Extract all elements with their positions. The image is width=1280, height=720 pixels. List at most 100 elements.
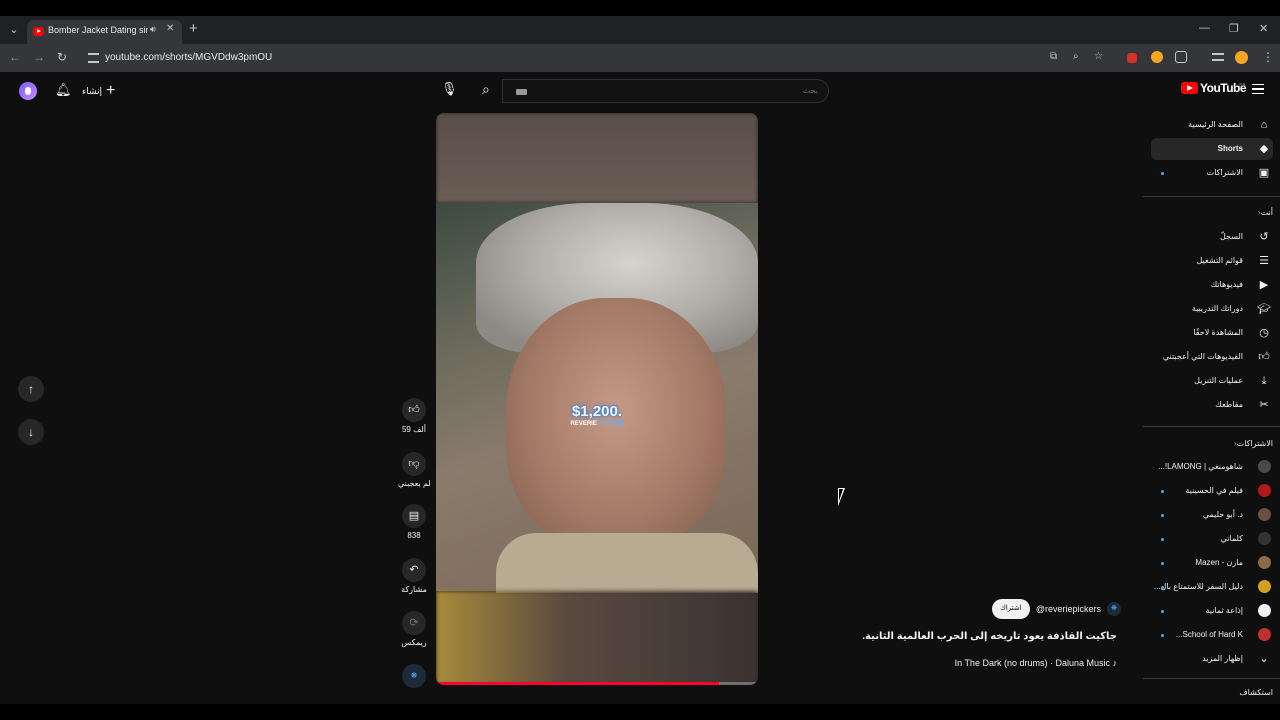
extension-orange-icon[interactable] [1151, 51, 1163, 63]
sidebar-subscriptions-header[interactable]: الاشتراكات‹ [1230, 439, 1273, 448]
video-subject-shirt [496, 533, 758, 593]
sidebar-subscription-item[interactable]: شاهومنغي | LAMONG!... [1151, 456, 1273, 478]
channel-avatar [1258, 508, 1271, 521]
address-bar[interactable]: youtube.com/shorts/MGVDdw3pmOU ⧉ ⌕ ☆ [80, 47, 1113, 69]
video-frame [436, 203, 758, 593]
liked-icon: 👍︎ [1258, 351, 1270, 363]
short-video-player[interactable]: $1,200. REVERIEPICKERS [436, 113, 758, 685]
sidebar-item-label: د. أبو حليمي [1202, 510, 1243, 519]
dislike-icon[interactable]: 👎︎ [402, 452, 426, 476]
browser-menu-icon[interactable]: ⋮ [1262, 50, 1274, 64]
sidebar-item-download[interactable]: عمليات التنزيل ⤓ [1151, 370, 1273, 392]
menu-hamburger-icon[interactable] [1252, 84, 1264, 94]
sidebar-subscription-item[interactable]: فيلم في الحسينية [1151, 480, 1273, 502]
search-input[interactable]: بحث [502, 79, 829, 103]
share-action[interactable]: ↶ مشاركة [398, 558, 430, 594]
like-icon[interactable]: 👍︎ [402, 398, 426, 422]
history-icon: ↺ [1259, 231, 1269, 243]
extensions-puzzle-icon[interactable] [1175, 51, 1187, 63]
channel-watermark: REVERIEPICKERS [436, 421, 758, 427]
video-progress-bar[interactable] [436, 682, 758, 685]
channel-avatar[interactable]: ❋ [1107, 602, 1121, 616]
sidebar-item-your-videos[interactable]: فيديوهاتك ▶ [1151, 274, 1273, 296]
sidebar-subscription-item[interactable]: School of Hard K... [1151, 624, 1273, 646]
sidebar-you-header[interactable]: أنت‹ [1254, 208, 1273, 217]
restore-icon[interactable]: ❐ [1229, 22, 1239, 35]
previous-short-button[interactable]: ↑ [18, 376, 44, 402]
comments-action[interactable]: ▤ 838 [398, 504, 430, 540]
reload-icon[interactable]: ↻ [57, 50, 67, 64]
comment-icon[interactable]: ▤ [402, 504, 426, 528]
screen-top-border [0, 0, 1280, 16]
sidebar-item-label: فيديوهاتك [1210, 280, 1243, 289]
media-control-icon[interactable] [1212, 53, 1224, 61]
sidebar-item-label: الاشتراكات [1206, 168, 1243, 177]
sidebar-subscription-item[interactable]: د. أبو حليمي [1151, 504, 1273, 526]
window-close-icon[interactable]: ✕ [1259, 22, 1268, 35]
subscribe-button[interactable]: اشتراك [991, 599, 1030, 619]
sidebar-item-label: إذاعة ثمانية [1205, 606, 1243, 615]
sidebar-subscription-item[interactable]: دليل السفر للاستمتاع بال... [1151, 576, 1273, 598]
url-text[interactable]: youtube.com/shorts/MGVDdw3pmOU [105, 52, 272, 63]
sidebar-item-shorts[interactable]: Shorts ◆ [1151, 138, 1273, 160]
sidebar-item-label: School of Hard K... [1175, 630, 1243, 639]
new-content-dot [1161, 562, 1164, 565]
sidebar-item-history[interactable]: السجلّ ↺ [1151, 226, 1273, 248]
keyboard-icon[interactable] [516, 89, 527, 95]
sidebar-subscription-item[interactable]: كلماتي [1151, 528, 1273, 550]
youtube-page: 🔔︎ إنشاء + 🎙︎ ⌕ بحث YouTube SA $1,200. R… [0, 72, 1280, 704]
sidebar-explore-header: استكشاف [1239, 688, 1273, 697]
speaker-icon[interactable]: 🔊︎ [150, 24, 156, 35]
next-short-button[interactable]: ↓ [18, 419, 44, 445]
install-app-icon[interactable]: ⧉ [1050, 51, 1057, 62]
sidebar-item-label: الصفحة الرئيسية [1188, 120, 1243, 129]
profile-avatar[interactable] [1235, 51, 1248, 64]
remix-action[interactable]: ⟳ ريمكس [398, 611, 430, 647]
sidebar-item-home[interactable]: الصفحة الرئيسية ⌂ [1151, 114, 1273, 136]
youtube-logo[interactable]: YouTube [1181, 81, 1247, 95]
close-tab-icon[interactable]: ✕ [166, 23, 174, 34]
video-title[interactable]: جاكيت القاذفة يعود تاريخه إلى الحرب العا… [862, 631, 1117, 642]
sidebar-item-clips[interactable]: مقاطعك ✂ [1151, 394, 1273, 416]
sound-source-icon[interactable]: ❋ [402, 664, 426, 688]
like-action[interactable]: 👍︎ 59 ألف [398, 398, 430, 434]
minimize-icon[interactable]: — [1199, 22, 1210, 34]
sidebar-subscription-item[interactable]: إذاعة ثمانية [1151, 600, 1273, 622]
channel-row: ❋ @reveriepickers اشتراك [976, 598, 1121, 620]
music-note-icon: ♪ [1112, 658, 1118, 668]
extension-red-icon[interactable] [1127, 53, 1137, 63]
channel-handle[interactable]: @reveriepickers [1036, 604, 1101, 614]
browser-tab[interactable]: Bomber Jacket Dating since 🔊︎ ✕ [27, 20, 182, 44]
back-icon[interactable]: ← [9, 50, 21, 64]
share-icon[interactable]: ↶ [402, 558, 426, 582]
zoom-icon[interactable]: ⌕ [1073, 51, 1079, 62]
remix-icon[interactable]: ⟳ [402, 611, 426, 635]
dislike-action[interactable]: 👎︎ لم يعجبني [398, 452, 431, 488]
channel-avatar [1258, 628, 1271, 641]
create-button[interactable]: إنشاء + [82, 81, 124, 101]
bookmark-star-icon[interactable]: ☆ [1094, 51, 1103, 62]
sidebar-item-watch-later[interactable]: المشاهدة لاحقًا ◷ [1151, 322, 1273, 344]
sidebar-item-liked[interactable]: الفيديوهات التي أعجبتني 👍︎ [1151, 346, 1273, 368]
show-more-button[interactable]: إظهار المزيد ⌄ [1151, 648, 1273, 670]
new-tab-button[interactable]: + [189, 20, 198, 38]
sidebar-item-playlists[interactable]: قوائم التشغيل ☰ [1151, 250, 1273, 272]
notifications-bell-icon[interactable]: 🔔︎ [55, 82, 72, 98]
guide-sidebar: الصفحة الرئيسية ⌂ Shorts ◆ الاشتراكات ▣ أنت‹ ال… [1143, 110, 1280, 704]
channel-avatar [1258, 580, 1271, 593]
music-credit[interactable]: In The Dark (no drums) · Daluna Music ♪ [900, 658, 1117, 668]
sidebar-item-courses[interactable]: دوراتك التدريبية 🎓︎ [1151, 298, 1273, 320]
microphone-icon[interactable]: 🎙︎ [441, 81, 458, 101]
sidebar-subscription-item[interactable]: مازن - Mazen [1151, 552, 1273, 574]
sidebar-item-subscriptions[interactable]: الاشتراكات ▣ [1151, 162, 1273, 184]
channel-avatar [1258, 484, 1271, 497]
account-avatar[interactable] [19, 82, 37, 100]
sidebar-item-label: مازن - Mazen [1195, 558, 1243, 567]
sound-action[interactable]: ❋ [398, 664, 430, 688]
site-info-icon[interactable] [88, 53, 99, 63]
sidebar-item-label: فيلم في الحسينية [1185, 486, 1243, 495]
tab-search-icon[interactable]: ⌄ [6, 22, 22, 38]
search-icon[interactable]: ⌕ [482, 81, 490, 98]
forward-icon[interactable]: → [33, 50, 45, 64]
plus-icon: + [106, 82, 116, 99]
